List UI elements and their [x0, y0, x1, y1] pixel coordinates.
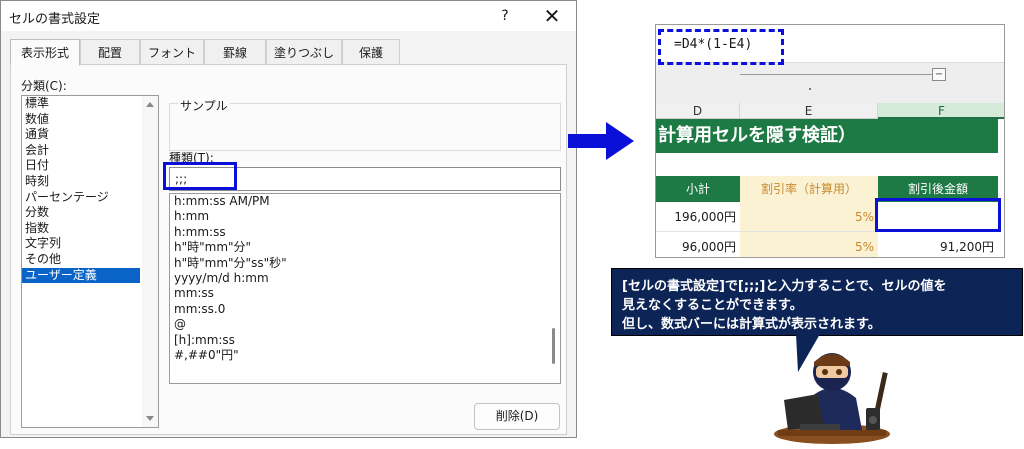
header-rate[interactable]: 割引率（計算用） [740, 176, 878, 202]
tab-fill[interactable]: 塗りつぶし [266, 39, 342, 65]
cell-subtotal-row2[interactable]: 96,000円 [656, 232, 740, 257]
number-tab-panel: 分類(C): 標準 数値 通貨 会計 日付 時刻 パーセンテージ 分数 指数 文… [10, 64, 567, 435]
format-item[interactable]: h:mm [170, 209, 560, 224]
callout-line-2: 見えなくすることができます。 [622, 298, 803, 313]
help-button[interactable]: ? [491, 4, 519, 28]
format-item[interactable]: #,##0"円" [170, 348, 560, 363]
callout-line-3: 但し、数式バーには計算式が表示されます。 [622, 317, 881, 332]
cell-discounted-row2[interactable]: 91,200円 [878, 232, 998, 257]
category-item[interactable]: 時刻 [22, 174, 158, 190]
category-item[interactable]: 会計 [22, 143, 158, 159]
cell-rate-row2[interactable]: 5% [740, 232, 878, 257]
format-item[interactable]: h"時"mm"分"ss"秒" [170, 256, 560, 271]
category-label: 分類(C): [21, 79, 67, 93]
format-scrollbar[interactable] [546, 194, 560, 383]
format-item[interactable]: mm:ss [170, 286, 560, 301]
tab-protection[interactable]: 保護 [342, 39, 400, 65]
format-cells-dialog: セルの書式設定 ? ✕ 表示形式 配置 フォント 罫線 塗りつぶし 保護 分類(… [0, 0, 577, 438]
hidden-cell-highlight [875, 198, 1001, 232]
category-item[interactable]: 日付 [22, 158, 158, 174]
category-list[interactable]: 標準 数値 通貨 会計 日付 時刻 パーセンテージ 分数 指数 文字列 その他 … [21, 95, 159, 428]
format-code-list[interactable]: h:mm:ss AM/PM h:mm h:mm:ss h"時"mm"分" h"時… [169, 193, 561, 384]
close-button[interactable]: ✕ [537, 4, 567, 28]
format-item[interactable]: h:mm:ss AM/PM [170, 194, 560, 209]
ninja-mascot-icon [774, 353, 890, 444]
column-header-d[interactable]: D [656, 103, 740, 119]
tab-font[interactable]: フォント [140, 39, 204, 65]
tab-alignment[interactable]: 配置 [80, 39, 140, 65]
header-subtotal[interactable]: 小計 [656, 176, 740, 202]
category-item[interactable]: 標準 [22, 96, 158, 112]
format-item[interactable]: mm:ss.0 [170, 302, 560, 317]
category-item[interactable]: その他 [22, 252, 158, 268]
sheet-title-cell[interactable]: 計算用セルを隠す検証） [656, 119, 998, 153]
format-item[interactable]: h"時"mm"分" [170, 240, 560, 255]
scroll-up-icon[interactable] [146, 102, 154, 107]
category-item[interactable]: パーセンテージ [22, 190, 158, 206]
dialog-titlebar: セルの書式設定 ? ✕ [1, 1, 576, 31]
column-header-e[interactable]: E [740, 103, 878, 119]
format-item[interactable]: yyyy/m/d h:mm [170, 271, 560, 286]
cell-subtotal-row1[interactable]: 196,000円 [656, 202, 740, 232]
delete-button[interactable]: 削除(D) [474, 403, 560, 430]
category-scrollbar[interactable] [142, 96, 158, 427]
format-item[interactable]: @ [170, 317, 560, 332]
callout-line-1: [セルの書式設定]で[;;;]と入力することで、セルの値を [622, 279, 947, 294]
zoom-minus-button[interactable]: − [932, 68, 946, 81]
format-item[interactable]: [h]:mm:ss [170, 333, 560, 348]
sample-label: サンプル [178, 97, 230, 114]
right-arrow-icon [568, 122, 634, 160]
category-item[interactable]: 指数 [22, 221, 158, 237]
formula-highlight [658, 29, 784, 65]
tab-number[interactable]: 表示形式 [10, 39, 80, 66]
category-item[interactable]: 通貨 [22, 127, 158, 143]
scroll-down-icon[interactable] [146, 416, 154, 421]
type-input-highlight [163, 162, 237, 190]
category-item[interactable]: 分数 [22, 205, 158, 221]
zoom-slider[interactable] [740, 74, 934, 75]
category-item[interactable]: 文字列 [22, 236, 158, 252]
dot-mark [809, 88, 811, 90]
category-item-selected[interactable]: ユーザー定義 [22, 267, 140, 284]
format-item[interactable]: h:mm:ss [170, 225, 560, 240]
explanation-callout: [セルの書式設定]で[;;;]と入力することで、セルの値を 見えなくすることがで… [611, 268, 1023, 336]
column-header-f[interactable]: F [878, 103, 1004, 119]
scroll-thumb[interactable] [552, 328, 555, 364]
category-item[interactable]: 数値 [22, 112, 158, 128]
ribbon-area [656, 63, 1004, 103]
tab-border[interactable]: 罫線 [204, 39, 266, 65]
dialog-title: セルの書式設定 [9, 12, 101, 27]
cell-rate-row1[interactable]: 5% [740, 202, 878, 232]
